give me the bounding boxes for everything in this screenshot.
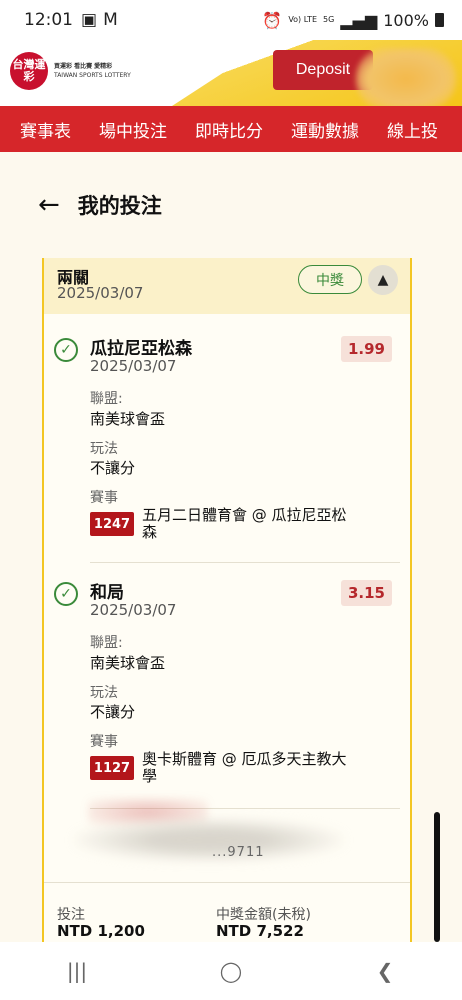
collapse-button[interactable]: ▲	[368, 265, 398, 295]
alarm-icon: ⏰	[262, 10, 283, 30]
payout-label: 中獎金額(未稅)	[216, 907, 311, 923]
app-logo[interactable]: 台灣運彩 買運彩 看比賽 愛精彩 TAIWAN SPORTS LOTTERY	[10, 52, 131, 90]
status-bar: 12:01 ▣ M ⏰ Vo) LTE 5G ▂▄▆ 100%	[0, 0, 462, 40]
stake-label: 投注	[57, 907, 85, 923]
signal-icon: ▂▄▆	[340, 10, 378, 30]
page-header: ← 我的投注	[38, 190, 162, 220]
nav-item-sports-data[interactable]: 運動數據	[271, 117, 359, 142]
leg-pick: 和局	[90, 583, 124, 603]
stake-value: NTD 1,200	[57, 922, 145, 940]
bet-leg: ✓ 和局 2025/03/07 3.15 聯盟: 南美球會盃 玩法 不讓分 賽事…	[54, 576, 400, 796]
volte-indicator: Vo) LTE	[288, 15, 318, 24]
leg-date: 2025/03/07	[90, 357, 177, 375]
redacted-account-area	[356, 48, 456, 106]
nav-item-online-betting[interactable]: 線上投	[367, 117, 438, 142]
payout-value: NTD 7,522	[216, 922, 304, 940]
back-icon[interactable]: ❮	[355, 959, 415, 983]
match-code: 1247	[90, 512, 134, 536]
nav-item-live-scores[interactable]: 即時比分	[175, 117, 263, 142]
check-circle-icon: ✓	[54, 582, 78, 606]
leg-odds: 3.15	[340, 580, 392, 606]
recent-apps-icon[interactable]: |||	[47, 959, 107, 983]
match-name: 五月二日體育會 @ 瓜拉尼亞松森	[142, 506, 347, 541]
check-circle-icon: ✓	[54, 338, 78, 362]
event-label: 賽事	[90, 490, 118, 506]
status-badge: 中獎	[298, 265, 362, 294]
network-indicator: 5G	[323, 15, 335, 24]
battery-level: 100%	[383, 10, 429, 30]
league-label: 聯盟:	[90, 635, 123, 651]
image-icon: ▣	[81, 10, 98, 30]
market-label: 玩法	[90, 441, 118, 457]
nav-item-live-betting[interactable]: 場中投注	[79, 117, 167, 142]
bet-leg: ✓ 瓜拉尼亞松森 2025/03/07 1.99 聯盟: 南美球會盃 玩法 不讓…	[54, 332, 400, 552]
leg-date: 2025/03/07	[90, 601, 177, 619]
divider	[44, 882, 410, 883]
market-label: 玩法	[90, 685, 118, 701]
bet-card-header[interactable]: 兩關 2025/03/07 中獎 ▲	[44, 258, 410, 314]
scrollbar[interactable]	[434, 812, 440, 942]
redacted-ticket-id: ...9711	[212, 845, 265, 860]
main-nav: 賽事表 場中投注 即時比分 運動數據 線上投	[0, 106, 462, 152]
mail-icon: M	[103, 10, 118, 30]
nav-item-schedule[interactable]: 賽事表	[0, 117, 71, 142]
match-name: 奧卡斯體育 @ 厄瓜多天主教大學	[142, 750, 347, 785]
divider	[90, 562, 400, 563]
logo-mark: 台灣運彩	[10, 52, 48, 90]
market-value: 不讓分	[90, 459, 136, 477]
page-title: 我的投注	[77, 194, 162, 218]
logo-english: TAIWAN SPORTS LOTTERY	[54, 72, 131, 79]
status-time: 12:01	[24, 10, 73, 30]
market-value: 不讓分	[90, 703, 136, 721]
app-header: 台灣運彩 買運彩 看比賽 愛精彩 TAIWAN SPORTS LOTTERY D…	[0, 40, 462, 106]
leg-odds: 1.99	[340, 336, 392, 362]
bet-card: 兩關 2025/03/07 中獎 ▲ ✓ 瓜拉尼亞松森 2025/03/07 1…	[42, 258, 412, 958]
league-value: 南美球會盃	[90, 410, 166, 428]
bet-date: 2025/03/07	[57, 284, 144, 302]
chevron-up-icon: ▲	[377, 272, 389, 288]
leg-pick: 瓜拉尼亞松森	[90, 339, 192, 359]
home-icon[interactable]: ◯	[201, 959, 261, 983]
league-label: 聯盟:	[90, 391, 123, 407]
battery-icon	[435, 13, 444, 27]
back-arrow-icon[interactable]: ←	[38, 190, 60, 220]
event-label: 賽事	[90, 734, 118, 750]
logo-slogan: 買運彩 看比賽 愛精彩	[54, 63, 113, 70]
league-value: 南美球會盃	[90, 654, 166, 672]
match-code: 1127	[90, 756, 134, 780]
redacted-field	[74, 818, 344, 862]
system-nav-bar: ||| ◯ ❮	[0, 942, 462, 1000]
